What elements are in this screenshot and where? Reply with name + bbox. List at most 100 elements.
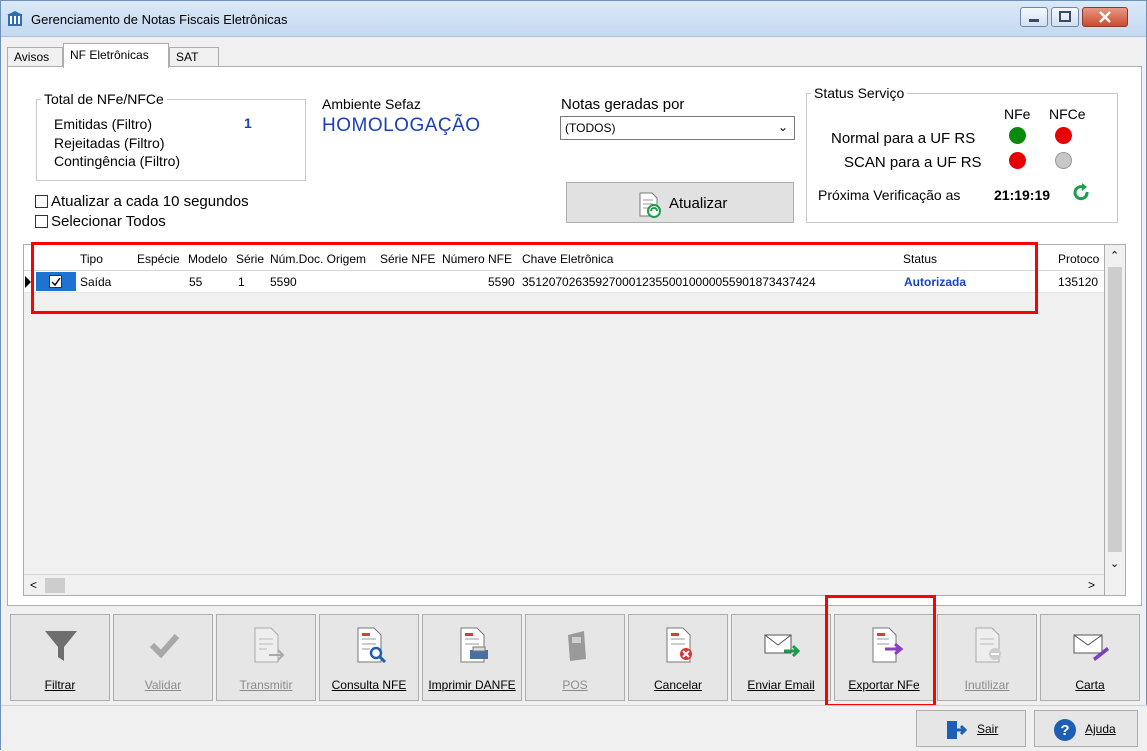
vertical-scrollbar[interactable]: ⌃ ⌄ — [1105, 244, 1126, 596]
row-select-cell[interactable] — [36, 272, 76, 291]
refresh-status-icon[interactable] — [1071, 183, 1091, 203]
maximize-icon — [1059, 11, 1071, 22]
validar-button[interactable]: Validar — [113, 614, 213, 701]
notas-selected-value: (TODOS) — [565, 121, 616, 135]
nfe-grid[interactable]: Tipo Espécie Modelo Série Núm.Doc. Orige… — [23, 244, 1105, 596]
inutilizar-label: Inutilizar — [964, 678, 1010, 692]
scroll-up-icon[interactable]: ⌃ — [1110, 249, 1119, 262]
scroll-thumb[interactable] — [1108, 267, 1122, 552]
sair-button[interactable]: Sair — [916, 710, 1026, 747]
check-icon — [51, 277, 61, 287]
cell-numero-nfe: 5590 — [488, 275, 515, 289]
tab-avisos[interactable]: Avisos — [7, 47, 63, 67]
nfce-normal-status-icon — [1055, 127, 1072, 144]
select-all-label: Selecionar Todos — [51, 213, 166, 230]
filtrar-label: Filtrar — [44, 678, 76, 692]
cancel-document-icon — [666, 627, 692, 663]
nfce-scan-status-icon — [1055, 152, 1072, 169]
maximize-button[interactable] — [1051, 7, 1079, 27]
header-especie[interactable]: Espécie — [137, 252, 180, 266]
col-nfce-label: NFCe — [1049, 106, 1086, 122]
minimize-button[interactable] — [1020, 7, 1048, 27]
scroll-left-icon[interactable]: < — [30, 578, 37, 592]
sair-label: Sair — [977, 722, 999, 736]
pos-button[interactable]: POS — [525, 614, 625, 701]
refresh-label: Atualizar — [669, 195, 728, 212]
refresh-button[interactable]: Atualizar — [566, 182, 794, 223]
pos-label: POS — [562, 678, 588, 692]
void-document-icon — [975, 627, 1001, 663]
nfe-scan-status-icon — [1009, 152, 1026, 169]
close-icon — [1099, 11, 1111, 23]
cell-chave-eletronica: 3512070263592700012355001000005590187343… — [522, 275, 816, 289]
transmit-document-icon — [254, 627, 285, 663]
ambiente-value: HOMOLOGAÇÃO — [322, 115, 481, 136]
header-tipo[interactable]: Tipo — [80, 252, 103, 266]
header-num-doc-origem[interactable]: Núm.Doc. Origem — [270, 252, 366, 266]
cancelar-button[interactable]: Cancelar — [628, 614, 728, 701]
exit-icon — [947, 721, 967, 739]
cell-tipo: Saída — [80, 275, 112, 289]
header-numero-nfe[interactable]: Número NFE — [442, 252, 512, 266]
close-button[interactable] — [1082, 7, 1128, 27]
header-status[interactable]: Status — [903, 252, 937, 266]
footer-bar: Sair ? Ajuda — [1, 705, 1147, 751]
auto-refresh-label: Atualizar a cada 10 segundos — [51, 193, 249, 210]
horizontal-scrollbar[interactable]: < > — [24, 574, 1104, 595]
grid-header: Tipo Espécie Modelo Série Núm.Doc. Orige… — [24, 245, 1104, 271]
tab-sat[interactable]: SAT — [169, 47, 219, 67]
carta-button[interactable]: Carta — [1040, 614, 1140, 701]
svg-text:?: ? — [1060, 722, 1069, 739]
table-row[interactable]: Saída 55 1 5590 5590 3512070263592700012… — [24, 271, 1104, 293]
select-all-checkbox[interactable]: Selecionar Todos — [35, 213, 166, 230]
nfe-normal-status-icon — [1009, 127, 1026, 144]
row-checkbox[interactable] — [49, 275, 62, 288]
tab-nf-eletronicas[interactable]: NF Eletrônicas — [63, 43, 169, 68]
checkbox-box — [35, 195, 48, 208]
header-serie[interactable]: Série — [236, 252, 264, 266]
notas-select[interactable]: (TODOS) ⌄ — [560, 116, 795, 140]
ajuda-button[interactable]: ? Ajuda — [1034, 710, 1138, 747]
filter-icon — [45, 631, 77, 661]
exportar-nfe-button[interactable]: Exportar NFe — [834, 614, 934, 701]
consulta-nfe-label: Consulta NFE — [331, 678, 407, 692]
send-email-icon — [764, 634, 801, 658]
refresh-document-icon — [639, 192, 661, 218]
validar-label: Validar — [144, 678, 182, 692]
tab-label: NF Eletrônicas — [70, 48, 149, 62]
cell-serie: 1 — [238, 275, 245, 289]
header-protocolo[interactable]: Protoco — [1058, 252, 1099, 266]
normal-uf-label: Normal para a UF RS — [831, 130, 976, 147]
next-check-label: Próxima Verificação as — [818, 187, 961, 203]
exportar-nfe-label: Exportar NFe — [848, 678, 920, 692]
action-toolbar: Filtrar Validar Transmitir Consulta NFE … — [7, 607, 1142, 702]
scroll-right-icon[interactable]: > — [1088, 578, 1095, 592]
scan-uf-label: SCAN para a UF RS — [844, 154, 982, 171]
tab-label: Avisos — [14, 50, 50, 64]
enviar-email-label: Enviar Email — [747, 678, 815, 692]
scroll-thumb[interactable] — [45, 578, 65, 593]
filtrar-button[interactable]: Filtrar — [10, 614, 110, 701]
scroll-down-icon[interactable]: ⌄ — [1110, 557, 1119, 570]
status-servico-title: Status Serviço — [814, 85, 905, 101]
print-document-icon — [460, 627, 488, 663]
title-bar: Gerenciamento de Notas Fiscais Eletrônic… — [1, 1, 1146, 37]
header-modelo[interactable]: Modelo — [188, 252, 227, 266]
inutilizar-button[interactable]: Inutilizar — [937, 614, 1037, 701]
tab-label: SAT — [176, 50, 199, 64]
next-check-time: 21:19:19 — [994, 187, 1051, 203]
ambiente-label: Ambiente Sefaz — [322, 96, 421, 112]
consulta-nfe-button[interactable]: Consulta NFE — [319, 614, 419, 701]
header-serie-nfe[interactable]: Série NFE — [380, 252, 435, 266]
imprimir-danfe-button[interactable]: Imprimir DANFE — [422, 614, 522, 701]
enviar-email-button[interactable]: Enviar Email — [731, 614, 831, 701]
check-icon — [149, 634, 180, 659]
auto-refresh-checkbox[interactable]: Atualizar a cada 10 segundos — [35, 193, 249, 210]
window-title: Gerenciamento de Notas Fiscais Eletrônic… — [31, 12, 288, 27]
cell-protocolo: 135120 — [1058, 275, 1099, 289]
col-nfe-label: NFe — [1004, 106, 1031, 122]
transmitir-button[interactable]: Transmitir — [216, 614, 316, 701]
header-chave-eletronica[interactable]: Chave Eletrônica — [522, 252, 613, 266]
emitidas-label: Emitidas (Filtro) — [54, 116, 153, 132]
export-document-icon — [872, 627, 904, 663]
